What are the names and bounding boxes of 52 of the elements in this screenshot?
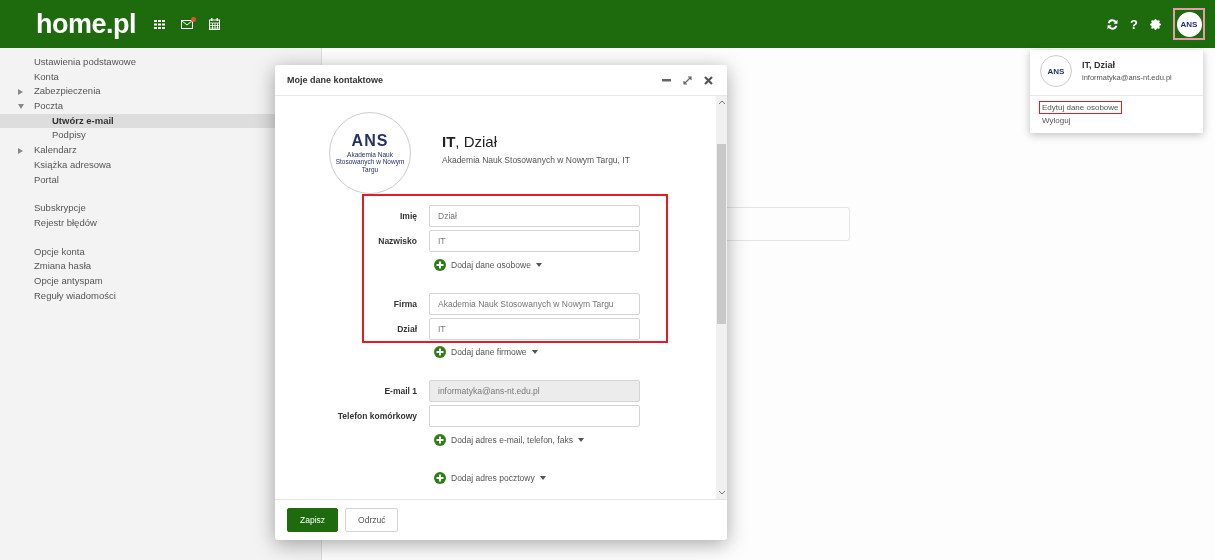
minimize-icon[interactable] xyxy=(662,78,671,82)
scrollbar[interactable] xyxy=(716,96,727,499)
field-label: Telefon komórkowy xyxy=(336,410,417,421)
add-link[interactable]: Dodaj adres pocztowy xyxy=(434,472,546,484)
field-label: Firma xyxy=(392,298,417,309)
menu-item[interactable]: Edytuj dane osobowe xyxy=(1039,101,1122,114)
input-field[interactable]: IT xyxy=(429,229,640,252)
calendar-icon[interactable] xyxy=(209,18,220,30)
field-label: Dział xyxy=(396,323,417,334)
plus-icon xyxy=(434,472,446,484)
expand-arrow-icon[interactable] xyxy=(18,88,23,95)
input-field[interactable]: Akademia Nauk Stosowanych w Nowym Targu xyxy=(429,292,640,315)
sidebar-item[interactable]: Kalendarz xyxy=(0,143,321,158)
field-label: Nazwisko xyxy=(377,235,417,246)
input-field[interactable]: IT xyxy=(429,317,640,340)
caret-icon xyxy=(531,350,538,354)
menu-item[interactable]: Wyloguj xyxy=(1039,114,1074,127)
add-link[interactable]: Dodaj dane firmowe xyxy=(434,346,538,358)
input-field[interactable] xyxy=(429,404,640,427)
collapse-arrow-icon[interactable] xyxy=(18,103,24,109)
close-icon[interactable] xyxy=(704,75,713,85)
caret-icon xyxy=(539,476,546,480)
sidebar-item[interactable]: Zabezpieczenia xyxy=(0,84,321,100)
expand-arrow-icon[interactable] xyxy=(18,147,23,154)
help-icon[interactable]: ? xyxy=(1130,16,1138,32)
mail-icon[interactable] xyxy=(181,19,193,29)
caret-icon xyxy=(577,438,584,442)
dialog-title: Moje dane kontaktowe xyxy=(287,75,384,85)
field-label: Imię xyxy=(399,210,417,221)
save-button[interactable]: Zapisz xyxy=(287,508,339,532)
sidebar-item[interactable]: Ustawienia podstawowe xyxy=(0,55,321,70)
contact-organization: Akademia Nauk Stosowanych w Nowym Targu, IT xyxy=(442,155,630,165)
refresh-icon[interactable] xyxy=(1107,18,1119,30)
settings-icon[interactable] xyxy=(1150,18,1161,30)
sidebar-item[interactable]: Poczta xyxy=(0,99,321,114)
input-field[interactable]: Dział xyxy=(429,204,640,227)
add-link[interactable]: Dodaj dane osobowe xyxy=(434,259,542,271)
contact-name: IT, Dział xyxy=(442,133,499,150)
discard-button[interactable]: Odrzuć xyxy=(345,508,399,532)
caret-icon xyxy=(535,263,542,267)
plus-icon xyxy=(434,434,446,446)
field-label: E-mail 1 xyxy=(383,385,417,396)
plus-icon xyxy=(434,346,446,358)
avatar-button[interactable]: ANS xyxy=(1173,8,1205,40)
grid-icon[interactable] xyxy=(154,19,165,29)
scroll-down-icon[interactable] xyxy=(718,491,725,495)
scroll-up-icon[interactable] xyxy=(718,100,725,104)
maximize-icon[interactable] xyxy=(683,75,692,85)
add-link[interactable]: Dodaj adres e-mail, telefon, faks xyxy=(434,434,584,446)
logo[interactable]: home.pl xyxy=(36,8,136,40)
plus-icon xyxy=(434,259,446,271)
account-name: IT, Dział xyxy=(1082,60,1116,70)
